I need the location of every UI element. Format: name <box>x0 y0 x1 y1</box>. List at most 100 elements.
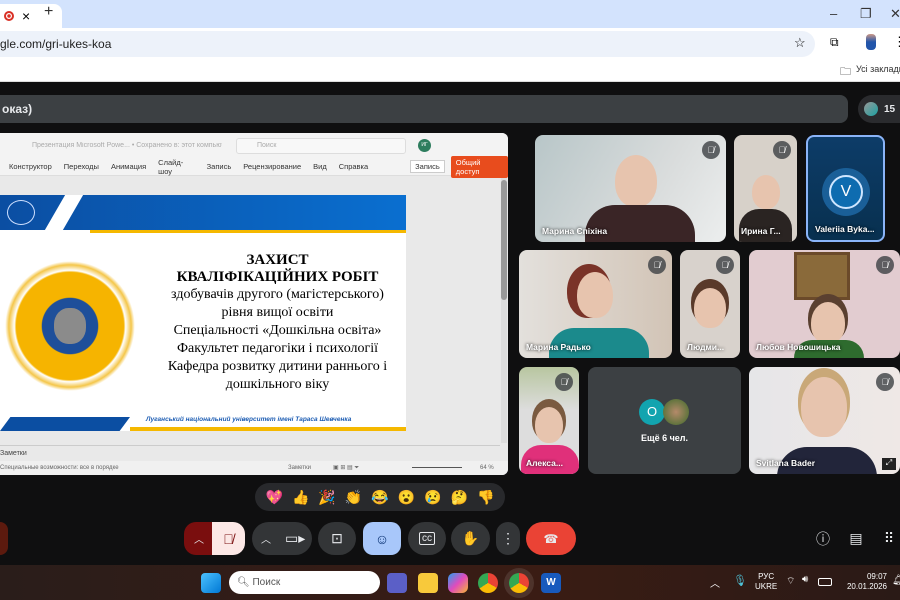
reaction-clap-icon[interactable]: 👏 <box>345 489 362 506</box>
participant-avatar: V <box>829 175 863 209</box>
reaction-thumbs-down-icon[interactable]: 👎 <box>477 489 494 506</box>
taskbar-search[interactable]: 🔍︎ Поиск <box>229 571 380 594</box>
meeting-info-button[interactable]: ⓘ <box>812 522 834 555</box>
reaction-thinking-icon[interactable]: 🤔 <box>451 489 468 506</box>
video-options-button[interactable]: ︿ ▭▸ <box>252 522 312 555</box>
mic-off-icon: 🎙̸ <box>876 373 894 391</box>
ppt-share-button[interactable]: Общий доступ <box>450 155 508 178</box>
captions-button[interactable]: cc <box>408 522 446 555</box>
zoom-slider[interactable] <box>412 467 462 468</box>
more-participants-label: Ещё 6 чел. <box>640 433 689 443</box>
profile-avatar[interactable] <box>866 34 876 50</box>
end-call-button[interactable]: ☎ <box>526 522 576 555</box>
apps-grid-icon: ⠿ <box>883 530 895 546</box>
mic-off-icon: 🎙̸ <box>223 530 234 547</box>
ribbon-tab[interactable]: Анимация <box>111 162 146 171</box>
slide-canvas: ЗАХИСТ КВАЛІФІКАЦІЙНИХ РОБІТ здобувачів … <box>0 195 406 431</box>
participant-tile[interactable]: 🎙̸ Марина Радько <box>519 250 672 358</box>
participant-avatar: O <box>639 399 665 425</box>
participant-tile-active-speaker[interactable]: V Valeriia Byka... <box>806 135 885 242</box>
notifications-icon[interactable]: 🔔︎ <box>892 575 900 586</box>
participants-button[interactable]: 15 <box>858 95 900 123</box>
chat-button[interactable]: ▤ <box>845 522 867 555</box>
clock[interactable]: 09:07 20.01.2026 <box>842 572 887 592</box>
restore-button[interactable]: ❐ <box>860 6 872 22</box>
all-bookmarks-link[interactable]: Усі закладки <box>856 64 900 74</box>
reactions-button[interactable]: ☺ <box>363 522 401 555</box>
slide-footer-band <box>0 417 130 431</box>
copilot-icon[interactable] <box>448 573 468 593</box>
new-tab-button[interactable]: + <box>44 3 53 21</box>
footer-gold-line <box>130 427 406 431</box>
mic-off-icon: 🎙̸ <box>555 373 573 391</box>
ppt-search-input[interactable]: Поиск <box>236 137 406 154</box>
bookmark-star-icon[interactable]: ☆ <box>794 35 806 51</box>
side-panel-handle[interactable] <box>0 522 8 555</box>
reactions-bar: 💖 👍 🎉 👏 😂 😮 😢 🤔 👎 <box>255 483 505 511</box>
windows-start-icon[interactable] <box>201 573 221 593</box>
folder-icon: 🗀 <box>840 66 851 78</box>
ribbon-tab[interactable]: Рецензирование <box>243 162 301 171</box>
wifi-icon[interactable]: ⌔ <box>786 575 795 588</box>
more-options-button[interactable]: ⋮ <box>496 522 520 555</box>
reaction-laugh-icon[interactable]: 😂 <box>371 489 388 506</box>
slide-line: рівня вищої освіти <box>221 305 334 320</box>
reaction-thumbs-up-icon[interactable]: 👍 <box>292 489 309 506</box>
ribbon-tab[interactable]: Переходы <box>64 162 99 171</box>
ppt-record-button[interactable]: Запись <box>410 160 445 173</box>
raise-hand-button[interactable]: ✋ <box>451 522 490 555</box>
battery-icon[interactable] <box>818 578 832 586</box>
slide-scrollbar[interactable] <box>501 178 507 443</box>
ribbon-tab[interactable]: Конструктор <box>9 162 52 171</box>
pin-tile-icon[interactable]: ⤢ <box>882 458 896 470</box>
reaction-sad-icon[interactable]: 😢 <box>424 489 441 506</box>
reaction-party-icon[interactable]: 🎉 <box>318 489 335 506</box>
word-icon[interactable]: W <box>541 573 561 593</box>
close-window-button[interactable]: ✕ <box>890 6 900 22</box>
ribbon-tab[interactable]: Справка <box>339 162 368 171</box>
shared-presentation-window: Презентация Microsoft Powe... • Сохранен… <box>0 133 508 475</box>
participant-tile[interactable]: 🎙̸ Марина Єпіхіна <box>535 135 726 242</box>
more-participants-tile[interactable]: O Ещё 6 чел. <box>588 367 741 474</box>
mic-off-icon: 🎙̸ <box>773 141 791 159</box>
chrome-active-icon[interactable] <box>509 573 529 593</box>
normal-view-icon[interactable]: ▣ ⊞ ▤ ⏷ <box>333 461 359 475</box>
chrome-icon[interactable] <box>478 573 498 593</box>
hang-up-icon: ☎ <box>543 531 559 546</box>
participant-tile[interactable]: 🎙̸ ⤢ Svitlana Bader <box>749 367 900 474</box>
tray-overflow-icon[interactable]: ︿ <box>710 575 720 590</box>
reaction-surprised-icon[interactable]: 😮 <box>398 489 415 506</box>
microphone-tray-icon[interactable]: 🎙︎ <box>733 574 747 587</box>
volume-icon[interactable]: 🔊︎ <box>802 574 808 585</box>
ribbon-tab[interactable]: Запись <box>207 162 232 171</box>
participant-tile[interactable]: 🎙̸ Алекса... <box>519 367 579 474</box>
emoji-icon: ☺ <box>374 530 390 547</box>
audio-options-button[interactable]: ︿ <box>184 522 214 555</box>
keyboard-language[interactable]: РУС UKRE <box>755 572 777 592</box>
activities-button[interactable]: ⠿ <box>878 522 900 555</box>
participant-tile[interactable]: 🎙̸ Людми... <box>680 250 740 358</box>
present-screen-button[interactable]: ⊡ <box>318 522 356 555</box>
participant-tile[interactable]: 🎙̸ Ирина Г... <box>734 135 797 242</box>
slide-title-line2: КВАЛІФІКАЦІЙНИХ РОБІТ <box>176 269 379 285</box>
ribbon-tab[interactable]: Вид <box>313 162 327 171</box>
slide-footer-text: Луганський національний університет імен… <box>146 416 352 423</box>
browser-tab-bar: × + – ❐ ✕ <box>0 0 900 28</box>
ppt-user-avatar[interactable]: ИГ <box>418 139 431 152</box>
teams-icon[interactable] <box>387 573 407 593</box>
close-tab-button[interactable]: × <box>22 8 30 24</box>
reaction-heart-icon[interactable]: 💖 <box>266 489 283 506</box>
notes-pane[interactable]: Заметки <box>0 445 500 461</box>
search-icon: 🔍︎ <box>237 577 250 588</box>
notes-toggle-button[interactable]: Заметки <box>288 461 311 475</box>
mic-off-button[interactable]: 🎙̸ <box>212 522 245 555</box>
extensions-icon[interactable]: ⧉ <box>830 35 839 50</box>
url-field[interactable]: gle.com/gri-ukes-koa <box>0 31 815 57</box>
participant-tile[interactable]: 🎙̸ Любов Новошицька <box>749 250 900 358</box>
file-explorer-icon[interactable] <box>418 573 438 593</box>
menu-icon[interactable]: ⋮ <box>893 34 900 50</box>
slide-line: Кафедра розвитку дитини раннього і <box>167 359 388 374</box>
minimize-button[interactable]: – <box>830 6 837 21</box>
search-placeholder: Поиск <box>252 577 281 588</box>
ribbon-tab[interactable]: Слайд-шоу <box>158 158 194 176</box>
